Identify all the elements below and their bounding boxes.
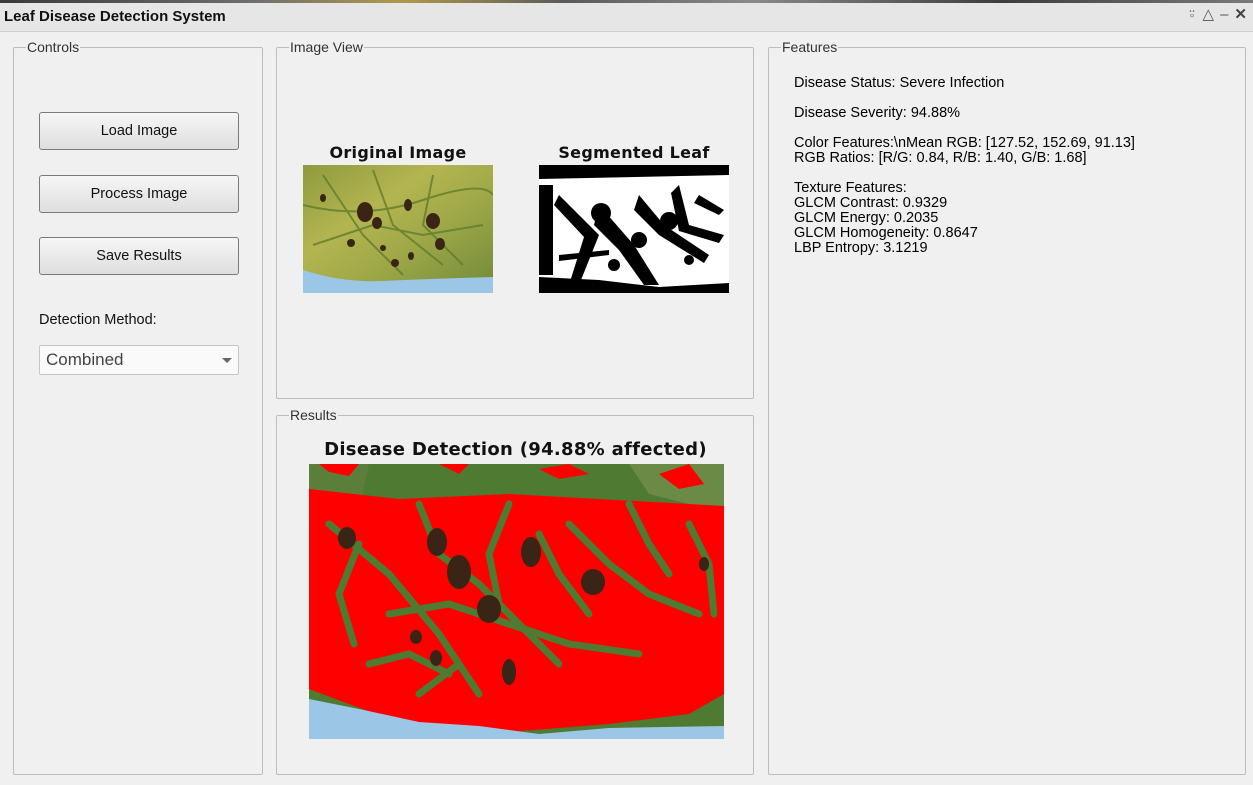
rgb-ratios-text: RGB Ratios: [R/G: 0.84, R/B: 1.40, G/B: …	[794, 150, 1087, 166]
process-image-button[interactable]: Process Image	[39, 175, 239, 213]
undock-icon[interactable]: △	[1203, 6, 1215, 24]
glcm-energy-text: GLCM Energy: 0.2035	[794, 210, 939, 226]
controls-panel: Controls Load Image Process Image Save R…	[13, 39, 263, 775]
color-features-text: Color Features:\nMean RGB: [127.52, 152.…	[794, 135, 1135, 151]
chevron-down-icon	[222, 358, 232, 363]
window-buttons: ⍤ △ – ✕	[1188, 6, 1247, 24]
original-image-title: Original Image	[329, 143, 467, 162]
disease-severity-text: Disease Severity: 94.88%	[794, 105, 961, 121]
detection-method-value: Combined	[46, 350, 124, 369]
disease-status-text: Disease Status: Severe Infection	[794, 75, 1005, 91]
window-title: Leaf Disease Detection System	[4, 8, 226, 25]
original-leaf-image	[303, 165, 493, 293]
results-panel-label: Results	[289, 407, 338, 423]
taskbar-strip	[0, 0, 1253, 3]
minimize-icon[interactable]: –	[1220, 6, 1228, 24]
title-bar: Leaf Disease Detection System ⍤ △ – ✕	[0, 0, 1253, 32]
image-view-panel: Image View Original Image Segmented Leaf	[276, 39, 754, 399]
detection-method-dropdown[interactable]: Combined	[39, 345, 239, 375]
segmented-leaf-title: Segmented Leaf	[558, 143, 710, 162]
controls-panel-label: Controls	[26, 39, 81, 55]
glcm-homogeneity-text: GLCM Homogeneity: 0.8647	[794, 225, 978, 241]
save-results-button[interactable]: Save Results	[39, 237, 239, 275]
results-panel: Results Disease Detection (94.88% affect…	[276, 407, 754, 775]
detection-method-label: Detection Method:	[39, 312, 157, 328]
disease-detection-image	[309, 464, 724, 739]
load-image-button[interactable]: Load Image	[39, 112, 239, 150]
pin-icon[interactable]: ⍤	[1188, 6, 1197, 24]
disease-detection-title: Disease Detection (94.88% affected)	[324, 439, 707, 460]
lbp-entropy-text: LBP Entropy: 3.1219	[794, 240, 928, 256]
close-icon[interactable]: ✕	[1234, 6, 1247, 24]
features-panel: Features Disease Status: Severe Infectio…	[768, 39, 1246, 775]
glcm-contrast-text: GLCM Contrast: 0.9329	[794, 195, 948, 211]
texture-features-header: Texture Features:	[794, 180, 907, 196]
image-view-panel-label: Image View	[289, 39, 364, 55]
features-panel-label: Features	[781, 39, 839, 55]
segmented-leaf-image	[539, 165, 729, 293]
